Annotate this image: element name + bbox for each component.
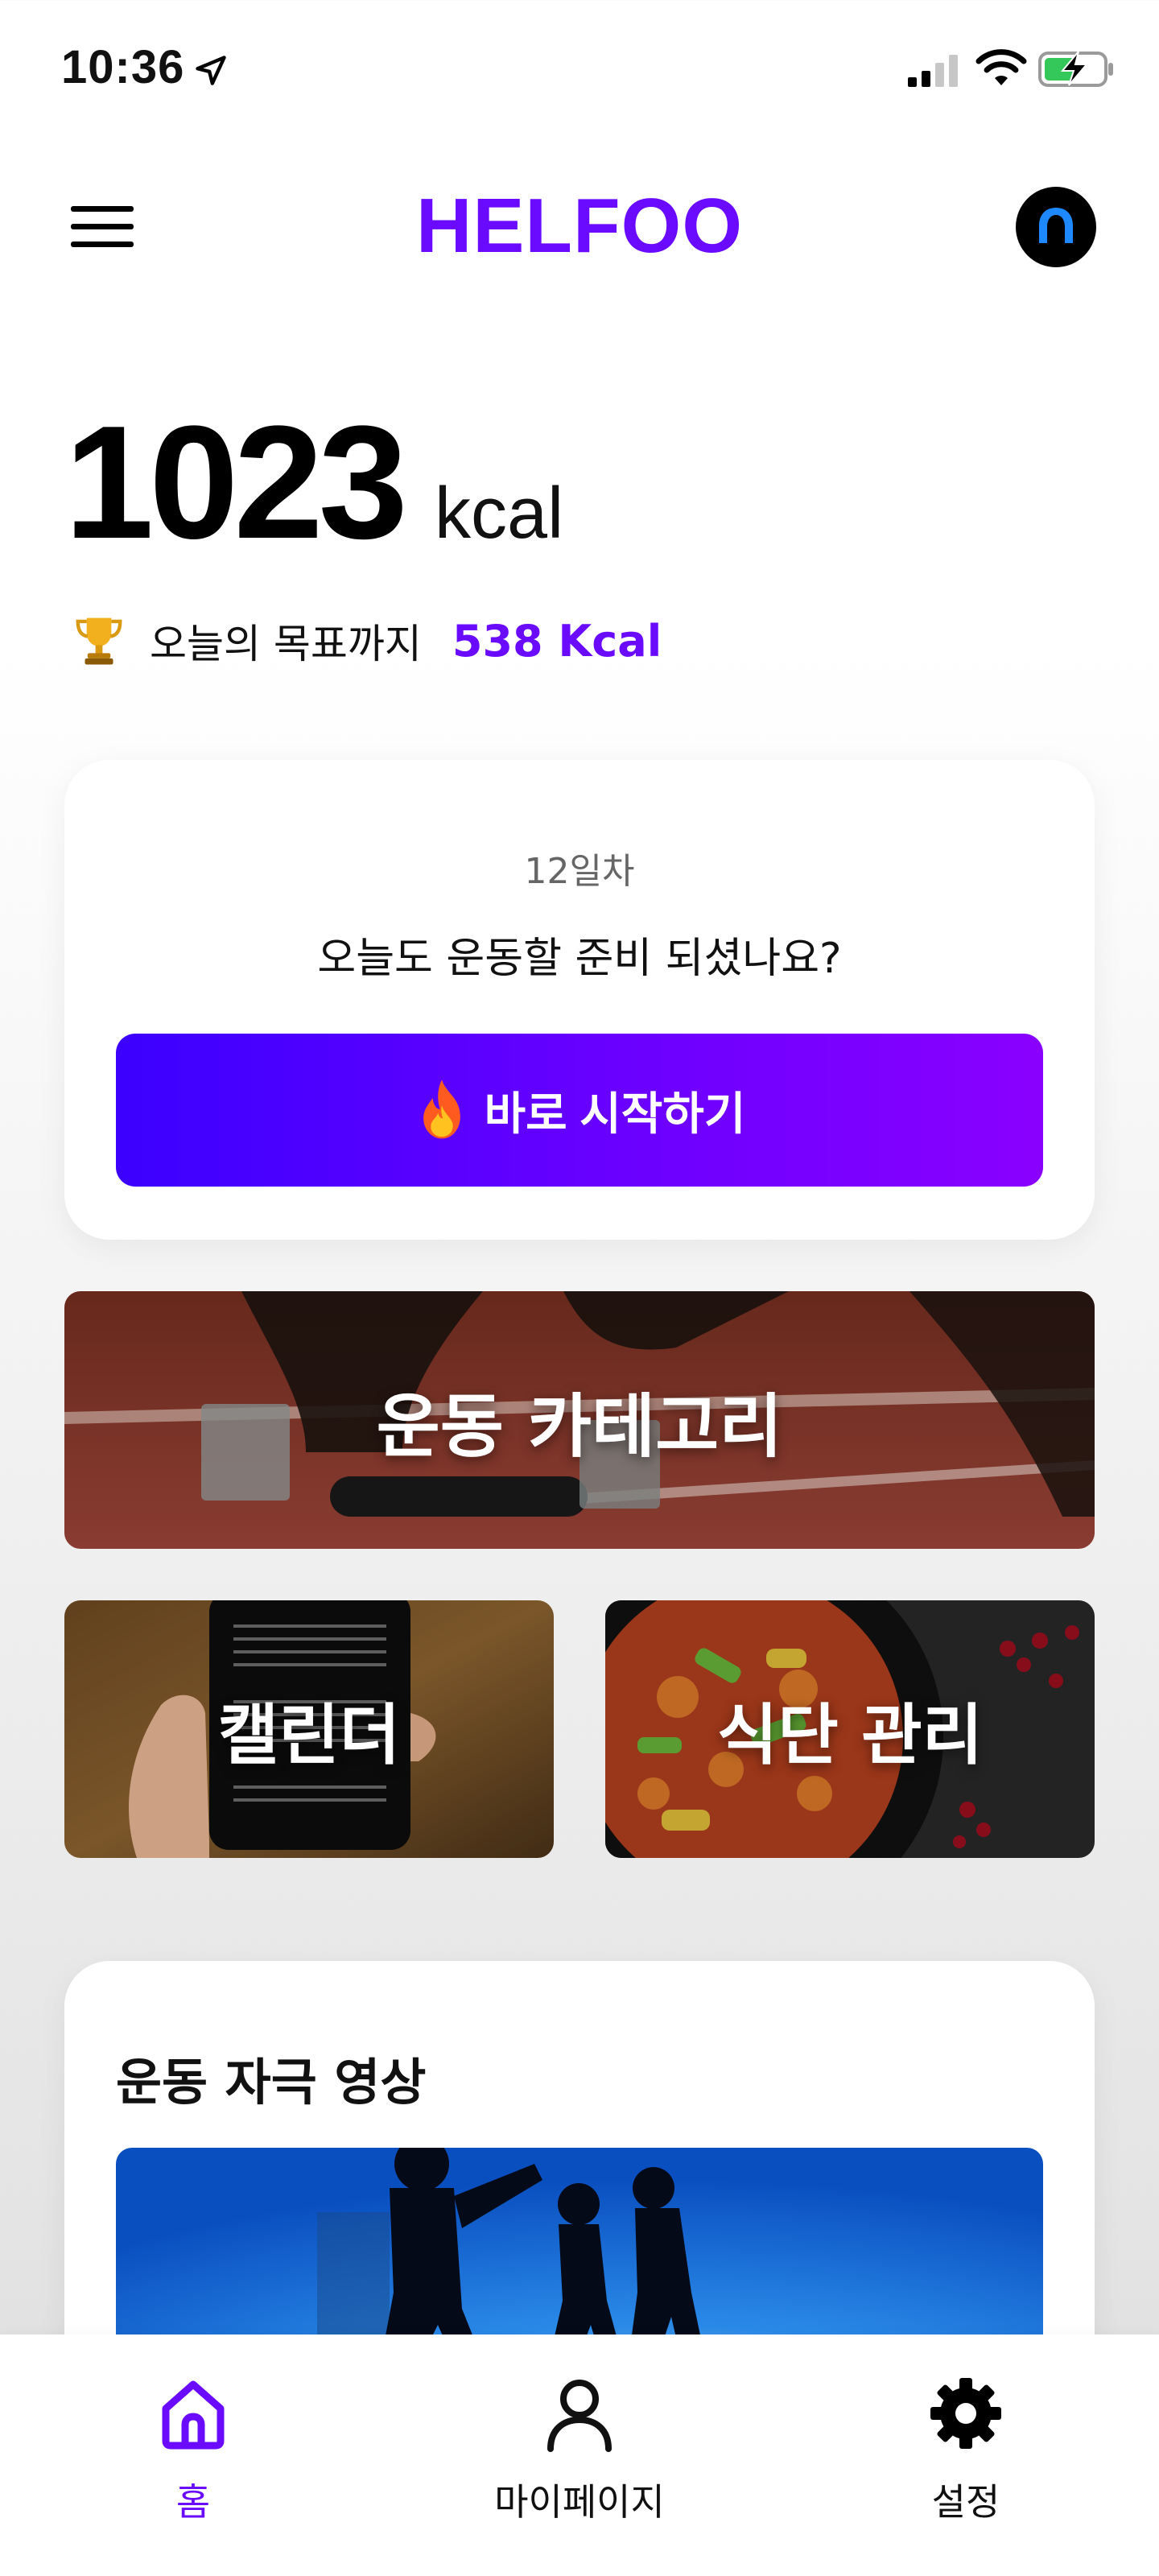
calendar-label: 캘린더 [217, 1697, 401, 1774]
motivation-video-title: 운동 자극 영상 [116, 2053, 427, 2112]
nav-home[interactable]: 홈 [64, 2375, 322, 2536]
nav-mypage-label: 마이페이지 [494, 2480, 665, 2524]
trophy-icon [76, 617, 122, 665]
battery-charging-icon [1038, 51, 1113, 87]
bottom-navigation: 홈 마이페이지 설정 [0, 2334, 1159, 2576]
status-bar: 10:36 [0, 0, 1159, 137]
app-header: HELFOO [0, 161, 1159, 290]
nav-settings-label: 설정 [931, 2480, 1000, 2524]
goal-label: 오늘의 목표까지 [150, 621, 422, 667]
start-now-label: 바로 시작하기 [484, 1088, 746, 1139]
home-icon [162, 2380, 225, 2450]
workout-category-tile[interactable]: 운동 카테고리 [64, 1291, 1095, 1549]
profile-avatar[interactable] [1016, 187, 1096, 267]
user-icon [547, 2380, 612, 2452]
goal-remaining-kcal: 538 Kcal [452, 615, 662, 667]
status-time: 10:36 [61, 41, 185, 93]
wifi-icon [975, 49, 1027, 85]
diet-management-tile[interactable]: 식단 관리 [605, 1600, 1095, 1858]
day-count: 12일차 [524, 851, 635, 892]
location-arrow-icon [196, 56, 226, 85]
calendar-tile[interactable]: 캘린더 [64, 1600, 554, 1858]
diet-management-label: 식단 관리 [716, 1697, 984, 1774]
fire-icon [423, 1080, 460, 1139]
app-logo: HELFOO [416, 183, 743, 269]
gear-icon [930, 2378, 1001, 2449]
cellular-signal-icon [908, 55, 958, 87]
nav-mypage[interactable]: 마이페이지 [451, 2375, 708, 2536]
calorie-summary: 1023 kcal [64, 402, 563, 564]
nav-home-label: 홈 [175, 2480, 211, 2524]
calorie-value: 1023 [64, 393, 408, 572]
start-workout-card: 12일차 오늘도 운동할 준비 되셨나요? 바로 시작하기 [64, 760, 1095, 1240]
goal-row: 오늘의 목표까지 538 Kcal [71, 612, 662, 670]
workout-prompt: 오늘도 운동할 준비 되셨나요? [317, 935, 842, 983]
nav-settings[interactable]: 설정 [837, 2375, 1095, 2536]
workout-category-label: 운동 카테고리 [376, 1386, 783, 1468]
start-now-button[interactable]: 바로 시작하기 [116, 1034, 1043, 1187]
calorie-unit: kcal [435, 473, 564, 554]
avatar-icon [1039, 208, 1073, 243]
